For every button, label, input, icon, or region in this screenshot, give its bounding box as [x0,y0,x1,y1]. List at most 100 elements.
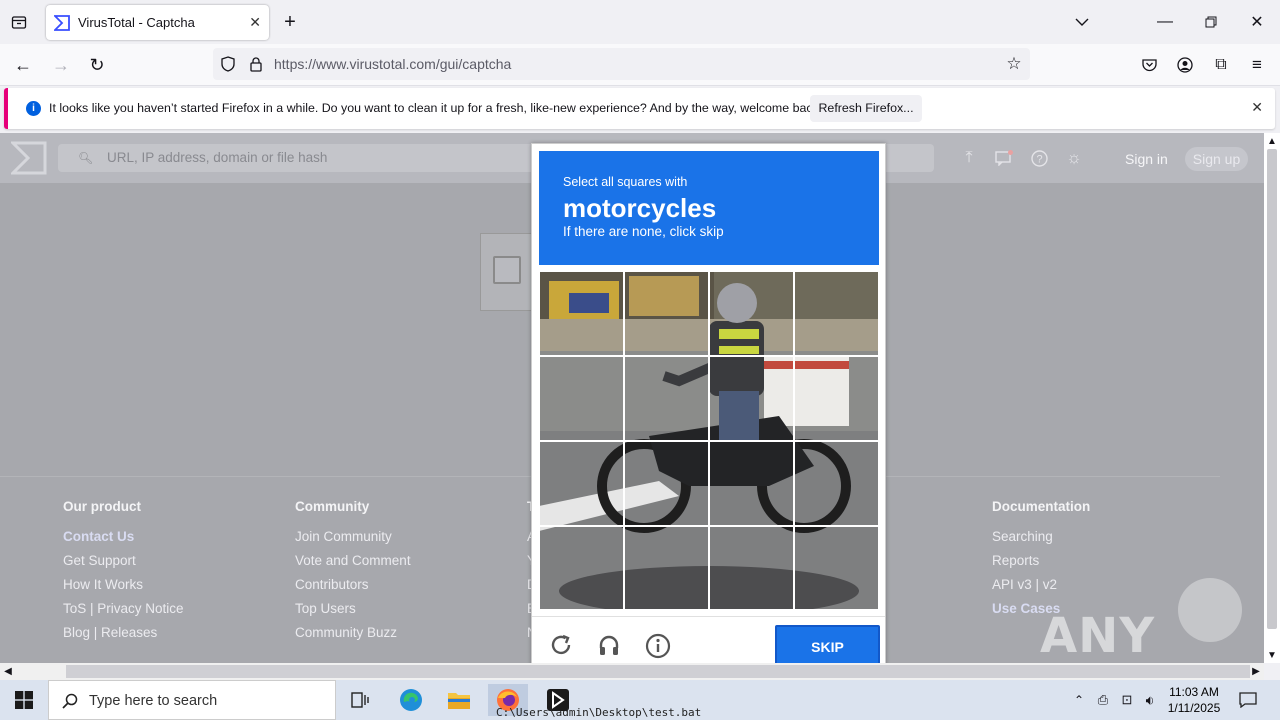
help-icon[interactable]: ? [1029,149,1049,167]
url-text: https://www.virustotal.com/gui/captcha [274,56,512,72]
virustotal-favicon-icon [54,14,70,31]
account-icon[interactable] [1174,54,1196,76]
close-window-icon[interactable]: ✕ [1246,11,1268,33]
grid-tile[interactable] [624,356,709,441]
sign-up-button[interactable]: Sign up [1185,147,1248,171]
network-icon[interactable]: ⊡ [1118,690,1136,710]
list-tabs-icon[interactable] [1072,11,1092,33]
grid-tile[interactable] [794,526,879,610]
tab-virustotal[interactable]: VirusTotal - Captcha ✕ [46,5,269,40]
grid-tile[interactable] [539,526,624,610]
taskbar-search-text: Type here to search [89,693,218,709]
grid-tile[interactable] [539,441,624,526]
scroll-left-icon[interactable]: ◀ [2,665,14,678]
footer-link[interactable]: Contact Us [63,529,184,546]
notification-message: It looks like you haven’t started Firefo… [49,101,823,115]
refresh-firefox-notification: i It looks like you haven’t started Fire… [4,88,1275,129]
search-placeholder: URL, IP address, domain or file hash [107,150,328,165]
grid-tile[interactable] [709,526,794,610]
device-icon[interactable]: ⎙ [1094,690,1112,710]
svg-text:?: ? [1036,153,1042,165]
reload-challenge-icon[interactable] [549,633,575,659]
sign-in-link[interactable]: Sign in [1125,151,1168,167]
audio-challenge-icon[interactable] [597,633,623,659]
navigation-bar: ← → ↻ https://www.virustotal.com/gui/cap… [0,44,1280,86]
image-grid [539,271,879,610]
footer-link[interactable]: Join Community [295,529,411,546]
tab-title: VirusTotal - Captcha [78,15,195,30]
virustotal-logo-icon[interactable] [11,141,47,175]
grid-tile[interactable] [709,441,794,526]
info-icon: i [26,101,41,116]
footer-link[interactable]: Top Users [295,601,411,618]
footer-link[interactable]: Searching [992,529,1090,546]
start-button[interactable] [0,680,48,720]
footer-community: Community Join Community Vote and Commen… [295,499,411,649]
system-clock[interactable]: 11:03 AM 1/11/2025 [1164,684,1224,716]
bookmark-star-icon[interactable]: ☆ [1005,54,1023,73]
grid-tile[interactable] [539,356,624,441]
reload-icon[interactable]: ↻ [86,54,108,76]
grid-tile[interactable] [794,441,879,526]
firefox-view-icon[interactable] [8,11,30,33]
recaptcha-checkbox[interactable] [493,256,521,284]
refresh-firefox-button[interactable]: Refresh Firefox... [810,95,922,122]
footer-link[interactable]: API v3 | v2 [992,577,1090,594]
grid-tile[interactable] [624,441,709,526]
chat-icon[interactable] [994,149,1014,167]
footer-link[interactable]: ToS | Privacy Notice [63,601,184,618]
footer-link[interactable]: How It Works [63,577,184,594]
horizontal-scrollbar[interactable]: ◀ ▶ [0,663,1264,680]
footer-link[interactable]: Community Buzz [295,625,411,642]
notification-center-icon[interactable] [1238,690,1258,710]
grid-tile[interactable] [624,271,709,356]
grid-tile[interactable] [539,271,624,356]
footer-link[interactable]: Blog | Releases [63,625,184,642]
upload-icon[interactable]: ⤒ [960,149,978,167]
scroll-down-icon[interactable]: ▼ [1266,647,1278,663]
scroll-up-icon[interactable]: ▲ [1266,133,1278,149]
forward-icon[interactable]: → [50,54,72,76]
grid-tile[interactable] [624,526,709,610]
vertical-scrollbar[interactable]: ▲ ▼ [1264,133,1280,663]
menu-icon[interactable]: ≡ [1246,54,1268,76]
info-challenge-icon[interactable] [645,633,671,659]
edge-icon[interactable] [391,684,431,716]
grid-tile[interactable] [794,356,879,441]
lock-icon[interactable] [247,55,265,73]
challenge-footer: SKIP [532,616,885,669]
url-bar[interactable]: https://www.virustotal.com/gui/captcha ☆ [213,48,1030,80]
footer-link[interactable]: Vote and Comment [295,553,411,570]
theme-toggle-icon[interactable]: ☼ [1064,148,1084,167]
recaptcha-challenge: Select all squares with motorcycles If t… [531,143,886,669]
scroll-right-icon[interactable]: ▶ [1250,665,1262,678]
footer-link[interactable]: Contributors [295,577,411,594]
restore-icon[interactable] [1200,11,1222,33]
tab-close-icon[interactable]: ✕ [249,14,261,31]
challenge-header: Select all squares with motorcycles If t… [539,151,879,265]
horizontal-scroll-thumb[interactable] [66,665,1250,678]
footer-link[interactable]: Get Support [63,553,184,570]
clock-date: 1/11/2025 [1167,701,1221,715]
challenge-instruction: Select all squares with [563,175,688,189]
grid-tile[interactable] [709,271,794,356]
footer-link[interactable]: Reports [992,553,1090,570]
taskbar-search[interactable]: Type here to search [48,680,336,720]
back-icon[interactable]: ← [12,54,34,76]
tab-bar: VirusTotal - Captcha ✕ + — ✕ [0,0,1280,44]
pocket-icon[interactable] [1138,54,1160,76]
extensions-icon[interactable]: ⧉ [1210,54,1232,76]
file-explorer-icon[interactable] [439,684,479,716]
grid-tile[interactable] [709,356,794,441]
footer-documentation: Documentation Searching Reports API v3 |… [992,499,1090,625]
shield-icon[interactable] [219,55,237,73]
footer-heading: Our product [63,499,141,514]
new-tab-icon[interactable]: + [280,11,300,33]
task-view-icon[interactable] [340,684,380,716]
notification-close-icon[interactable]: ✕ [1251,99,1263,116]
volume-icon[interactable]: 🔉︎ [1141,690,1159,710]
grid-tile[interactable] [794,271,879,356]
vertical-scroll-thumb[interactable] [1267,149,1277,629]
tray-chevron-icon[interactable]: ⌃ [1070,690,1088,710]
minimize-icon[interactable]: — [1154,11,1176,33]
